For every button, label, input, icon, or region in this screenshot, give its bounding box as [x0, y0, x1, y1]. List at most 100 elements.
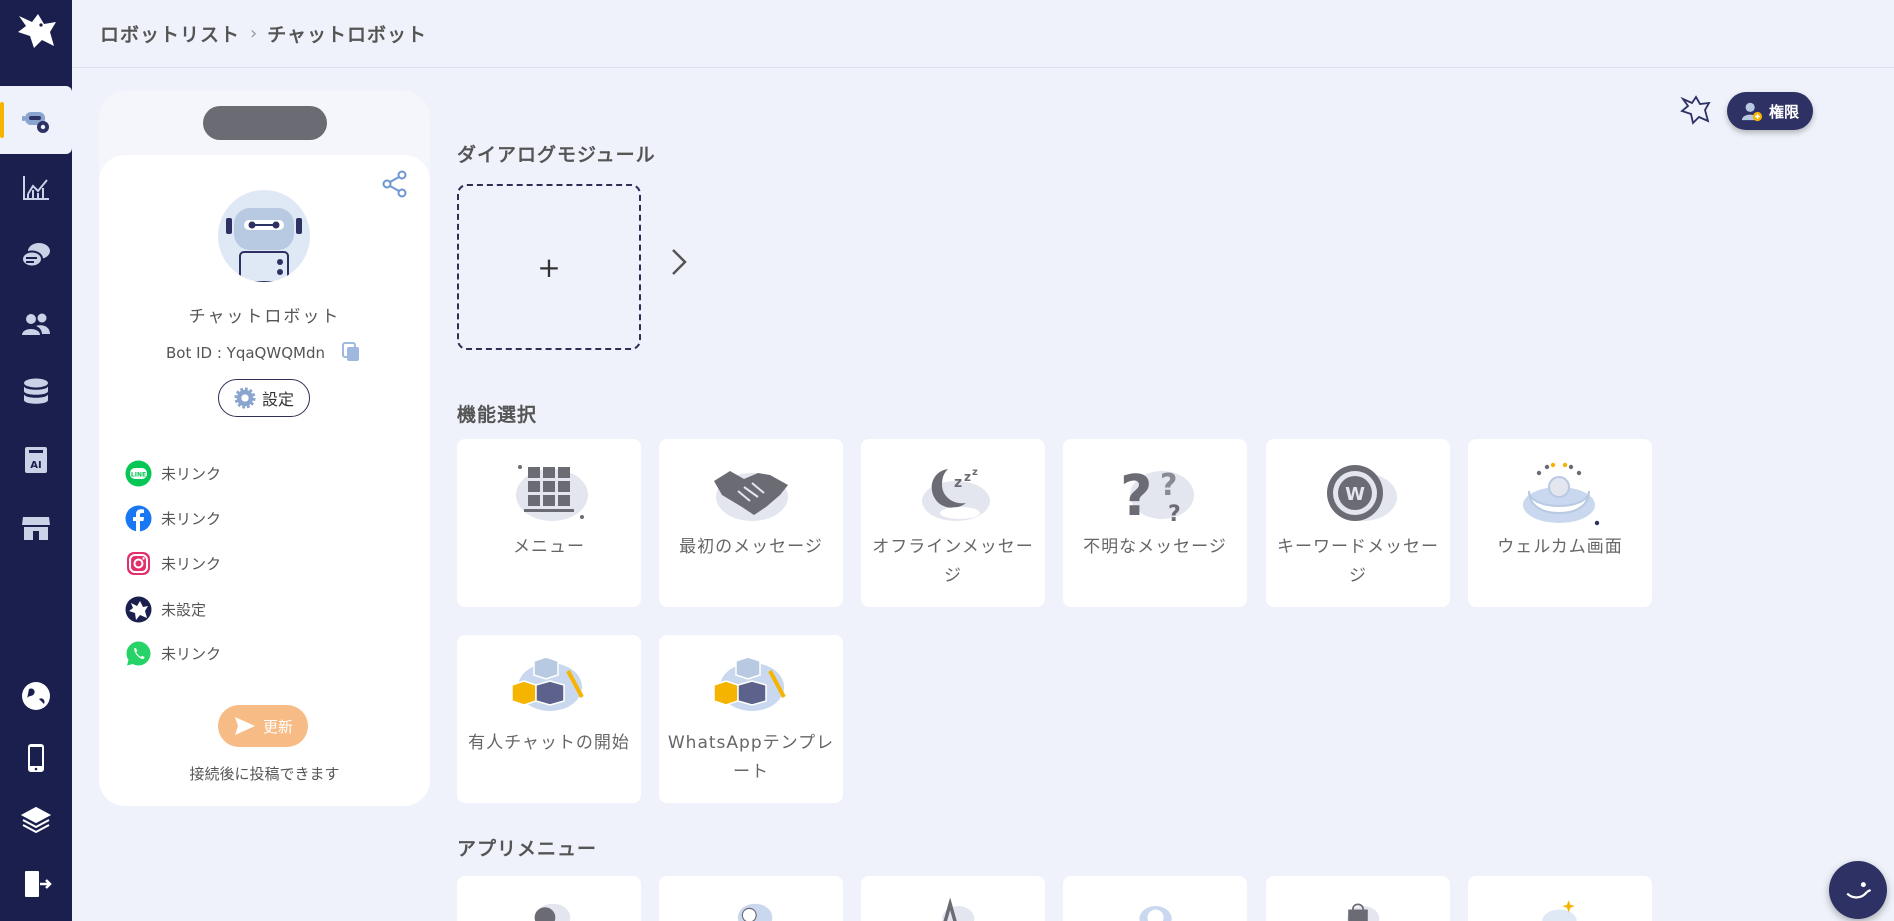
svg-text:z: z: [954, 475, 962, 491]
dialog-module-title: ダイアログモジュール: [457, 144, 656, 166]
cubes-icon: [511, 657, 584, 711]
sidebar-item-globe[interactable]: [0, 662, 72, 730]
bot-info-panel: チャットロボット Bot ID : YqaQWQMdn 設定 LINE 未リンク: [99, 155, 430, 806]
bot-id: Bot ID : YqaQWQMdn: [166, 344, 325, 362]
update-label: 更新: [262, 717, 293, 736]
sidebar-item-ai[interactable]: AI: [0, 426, 72, 494]
app-menu-card[interactable]: [1266, 876, 1450, 921]
settings-button[interactable]: 設定: [218, 379, 310, 417]
app-menu-icon: [737, 903, 773, 921]
users-icon: [22, 313, 50, 335]
svg-text:?: ?: [1160, 468, 1177, 503]
app-menu-icon: [942, 898, 975, 921]
channel-status: 未リンク: [161, 554, 222, 573]
gear-icon: [234, 387, 256, 409]
sidebar-item-layers[interactable]: [0, 786, 72, 854]
manta-logo-icon[interactable]: [16, 10, 58, 52]
chevron-right-icon: ›: [250, 23, 258, 44]
permission-label: 権限: [1768, 102, 1799, 121]
breadcrumb: ロボットリスト › チャットロボット: [100, 20, 427, 47]
phone-notch: [203, 106, 327, 140]
send-icon: [234, 717, 255, 735]
sidebar-item-users[interactable]: [0, 290, 72, 358]
feature-card-unknown-message[interactable]: ? ? ? 不明なメッセージ: [1063, 439, 1247, 607]
svg-text:?: ?: [1120, 464, 1152, 527]
robot-avatar-icon: [226, 208, 302, 282]
svg-text:LINE: LINE: [131, 471, 146, 478]
sidebar-item-store[interactable]: [0, 494, 72, 562]
app-menu-card[interactable]: [457, 876, 641, 921]
breadcrumb-chat-robot: チャットロボット: [267, 24, 428, 46]
handshake-icon: [714, 471, 788, 521]
feature-card-whatsapp-template[interactable]: WhatsAppテンプレート: [659, 635, 843, 803]
feature-label: WhatsAppテンプレート: [667, 733, 835, 782]
menu-grid-icon: [516, 465, 588, 521]
feature-label: 最初のメッセージ: [679, 537, 823, 557]
globe-icon: [22, 682, 50, 710]
channel-custom[interactable]: 未設定: [125, 595, 206, 623]
breadcrumb-robot-list[interactable]: ロボットリスト: [100, 20, 240, 47]
sidebar-item-mobile[interactable]: [0, 724, 72, 792]
sidebar-item-database[interactable]: [0, 358, 72, 426]
sleep-moon-icon: z z z: [922, 467, 990, 521]
ai-document-icon: AI: [25, 447, 47, 473]
app-menu-card[interactable]: [1468, 876, 1652, 921]
app-menu-icon: [1139, 906, 1172, 921]
channel-status: 未リンク: [161, 644, 222, 663]
feature-card-offline-message[interactable]: z z z オフラインメッセージ: [861, 439, 1045, 607]
share-icon[interactable]: [380, 169, 410, 199]
permission-button[interactable]: 権限: [1727, 92, 1813, 130]
user-add-icon: [1741, 102, 1763, 122]
feature-card-live-chat[interactable]: 有人チャットの開始: [457, 635, 641, 803]
cubes-template-icon: [713, 657, 786, 711]
layers-icon: [20, 806, 52, 834]
instagram-icon: [127, 551, 150, 575]
feature-selection-title: 機能選択: [457, 404, 538, 426]
manta-icon[interactable]: [1680, 94, 1712, 126]
svg-text:AI: AI: [30, 460, 41, 471]
logout-icon: [25, 871, 52, 897]
feature-label: キーワードメッセージ: [1277, 537, 1439, 586]
sidebar-item-robots[interactable]: [0, 86, 72, 154]
feature-card-keyword-message[interactable]: W キーワードメッセージ: [1266, 439, 1450, 607]
app-menu-card[interactable]: [659, 876, 843, 921]
feature-card-menu[interactable]: メニュー: [457, 439, 641, 607]
sidebar-item-logout[interactable]: [0, 850, 72, 918]
feature-label: ウェルカム画面: [1497, 537, 1623, 557]
feature-label: メニュー: [513, 537, 585, 557]
app-menu-card[interactable]: [861, 876, 1045, 921]
svg-text:z: z: [972, 467, 978, 478]
chat-assistant-button[interactable]: [1829, 861, 1887, 919]
chat-bubbles-icon: [21, 243, 50, 268]
app-menu-icon: [1542, 900, 1577, 921]
add-dialog-module-button[interactable]: +: [457, 184, 641, 350]
feature-label: オフラインメッセージ: [872, 537, 1034, 586]
update-button[interactable]: 更新: [218, 705, 308, 747]
feature-card-first-message[interactable]: 最初のメッセージ: [659, 439, 843, 607]
robot-settings-icon: [22, 112, 49, 133]
question-icon: ? ? ?: [1120, 464, 1194, 527]
sidebar-item-analytics[interactable]: [0, 154, 72, 222]
bot-name: チャットロボット: [188, 307, 341, 327]
facebook-icon: [125, 505, 152, 532]
channel-status: 未リンク: [161, 464, 222, 483]
svg-text:z: z: [964, 470, 971, 484]
header: ロボットリスト › チャットロボット: [72, 0, 1894, 68]
channel-whatsapp[interactable]: 未リンク: [125, 639, 221, 667]
sidebar-item-chats[interactable]: [0, 222, 72, 290]
app-menu-card[interactable]: [1063, 876, 1247, 921]
mobile-icon: [28, 744, 44, 772]
analytics-chart-icon: [23, 176, 49, 200]
bot-avatar: [218, 190, 310, 282]
svg-text:W: W: [1345, 484, 1365, 505]
channel-facebook[interactable]: 未リンク: [125, 504, 221, 532]
app-menu-title: アプリメニュー: [457, 838, 598, 860]
copy-icon[interactable]: [340, 341, 362, 363]
store-icon: [22, 517, 50, 540]
feature-card-welcome-screen[interactable]: ウェルカム画面: [1468, 439, 1652, 607]
welcome-icon: [1523, 462, 1600, 526]
channel-instagram[interactable]: 未リンク: [125, 549, 221, 577]
custom-channel-icon: [125, 596, 152, 622]
chevron-right-icon[interactable]: [667, 246, 691, 278]
channel-line[interactable]: LINE 未リンク: [125, 459, 221, 487]
